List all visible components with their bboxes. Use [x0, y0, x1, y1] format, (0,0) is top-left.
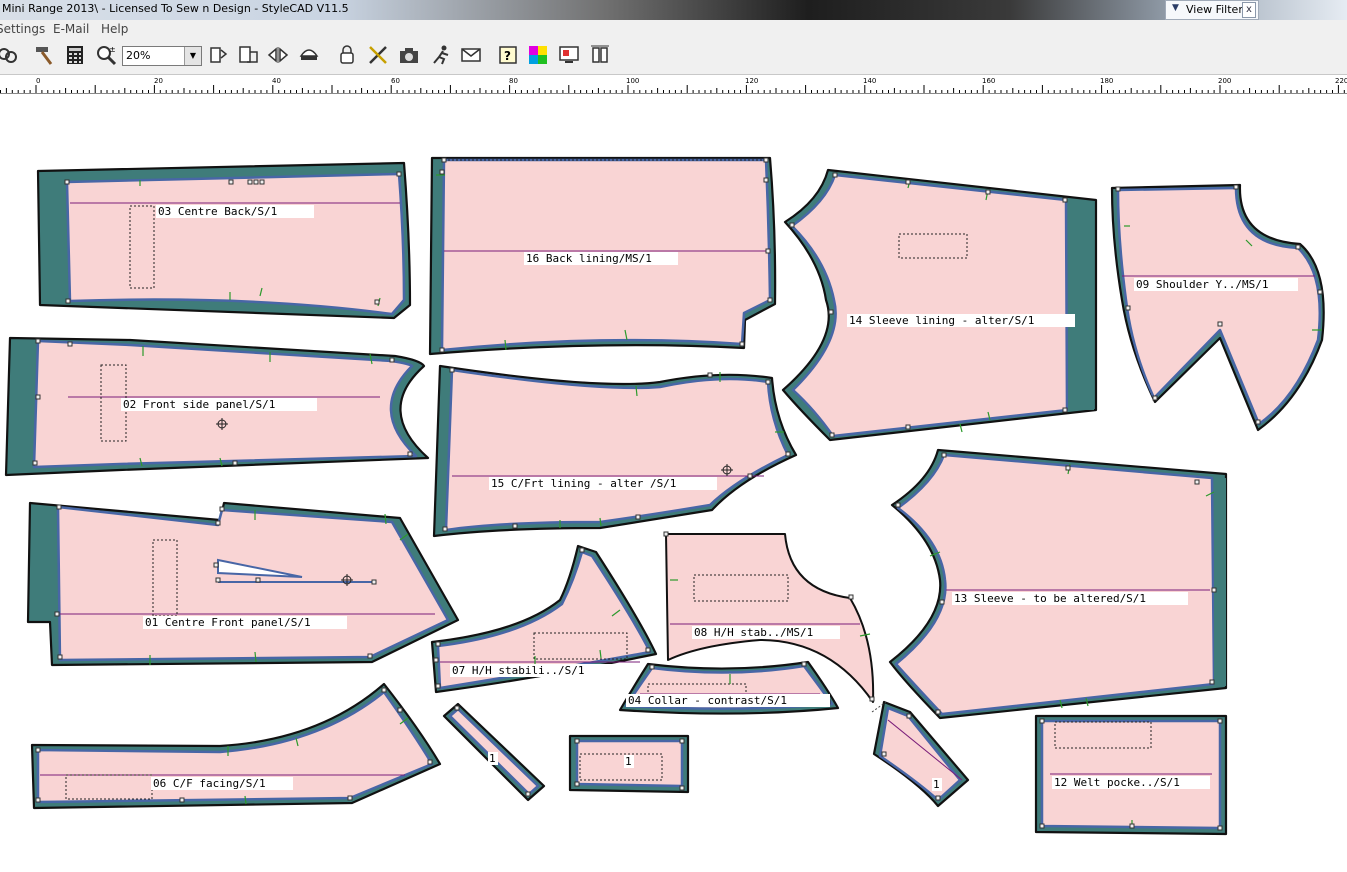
pattern-piece-14[interactable]: 14 Sleeve lining - alter/S/1: [781, 168, 1098, 442]
ruler-scale: 0 20 40 60 80 100 120 140 160 180 200 22…: [0, 77, 1347, 93]
horizontal-ruler: 0 20 40 60 80 100 120 140 160 180 200 22…: [0, 75, 1347, 94]
toolbar: ± 20% ▼ ?: [0, 38, 1347, 75]
pattern-piece-07[interactable]: 07 H/H stabili../S/1: [430, 544, 658, 694]
pattern-piece-13[interactable]: 13 Sleeve - to be altered/S/1: [888, 448, 1228, 720]
pattern-piece-06[interactable]: 06 C/F facing/S/1: [30, 682, 442, 810]
pattern-piece-small-rect[interactable]: 1: [568, 734, 690, 794]
piece-label: 12 Welt pocke../S/1: [1054, 776, 1180, 789]
piece-label: 07 H/H stabili../S/1: [452, 664, 584, 677]
mail-icon[interactable]: [460, 44, 482, 66]
chevron-down-icon[interactable]: ▼: [184, 47, 201, 65]
ruler-tick: 120: [745, 77, 758, 85]
piece-label: 15 C/Frt lining - alter /S/1: [491, 477, 676, 490]
ruler-tick: 20: [154, 77, 163, 85]
ruler-tick: 100: [626, 77, 639, 85]
pattern-piece-strip-a[interactable]: 1: [442, 702, 546, 802]
help-icon[interactable]: ?: [497, 44, 519, 66]
monitor-icon[interactable]: [558, 44, 580, 66]
zoom-select[interactable]: 20% ▼: [122, 46, 202, 66]
menu-settings[interactable]: Settings: [0, 22, 45, 36]
pattern-piece-02[interactable]: 02 Front side panel/S/1: [4, 336, 430, 477]
pattern-piece-12[interactable]: 12 Welt pocke../S/1: [1034, 714, 1228, 836]
cap-icon[interactable]: [298, 44, 320, 66]
pattern-canvas[interactable]: .outer { fill:#3f7c7a; stroke:#111; stro…: [0, 94, 1347, 872]
ruler-tick: 80: [509, 77, 518, 85]
view-filter-button[interactable]: ▼ View Filter x: [1165, 0, 1259, 20]
tools-icon[interactable]: [367, 44, 389, 66]
piece-label: 03 Centre Back/S/1: [158, 205, 277, 218]
pattern-piece-04[interactable]: 04 Collar - contrast/S/1: [618, 660, 840, 715]
piece-label: 09 Shoulder Y../MS/1: [1136, 278, 1268, 291]
menu-bar: Settings E-Mail Help: [0, 20, 1347, 38]
view-filter-label: View Filter: [1186, 3, 1243, 16]
rotate-icon[interactable]: [207, 44, 229, 66]
pattern-piece-03[interactable]: 03 Centre Back/S/1: [36, 161, 412, 320]
hammer-icon[interactable]: [33, 44, 55, 66]
flip-icon[interactable]: [237, 44, 259, 66]
pattern-piece-09[interactable]: 09 Shoulder Y../MS/1: [1110, 183, 1325, 432]
ruler-tick: 140: [863, 77, 876, 85]
piece-label: 1: [933, 778, 940, 791]
ruler-tick: 160: [982, 77, 995, 85]
palette-icon[interactable]: [527, 44, 549, 66]
ruler-tick: 200: [1218, 77, 1231, 85]
piece-label: 16 Back lining/MS/1: [526, 252, 652, 265]
pattern-piece-15[interactable]: 15 C/Frt lining - alter /S/1: [432, 364, 798, 538]
svg-text:±: ±: [109, 45, 116, 54]
ruler-tick: 180: [1100, 77, 1113, 85]
piece-label: 14 Sleeve lining - alter/S/1: [849, 314, 1034, 327]
ruler-tick: 60: [391, 77, 400, 85]
ruler-tick: 40: [272, 77, 281, 85]
piece-label: 04 Collar - contrast/S/1: [628, 694, 787, 707]
piece-label: 08 H/H stab../MS/1: [694, 626, 813, 639]
chevron-down-icon: ▼: [1172, 3, 1179, 13]
camera-icon[interactable]: [398, 44, 420, 66]
svg-text:?: ?: [504, 49, 511, 63]
pattern-piece-01[interactable]: 01 Centre Front panel/S/1: [26, 501, 460, 667]
link-tool-icon[interactable]: [0, 44, 18, 66]
piece-label: 06 C/F facing/S/1: [153, 777, 266, 790]
piece-label: 02 Front side panel/S/1: [123, 398, 275, 411]
ruler-tick: 220: [1335, 77, 1347, 85]
menu-email[interactable]: E-Mail: [53, 22, 89, 36]
pattern-piece-16[interactable]: 16 Back lining/MS/1: [428, 156, 777, 356]
menu-help[interactable]: Help: [101, 22, 128, 36]
mirror-icon[interactable]: [267, 44, 289, 66]
calculator-icon[interactable]: [64, 44, 86, 66]
zoom-value: 20%: [126, 49, 151, 62]
piece-label: 1: [489, 752, 496, 765]
dimension-icon[interactable]: [589, 44, 611, 66]
title-bar: Mini Range 2013\ - Licensed To Sew n Des…: [0, 0, 1347, 20]
window-title: Mini Range 2013\ - Licensed To Sew n Des…: [2, 2, 349, 15]
ruler-tick: 0: [36, 77, 40, 85]
lock-icon[interactable]: [336, 44, 358, 66]
piece-label: 01 Centre Front panel/S/1: [145, 616, 311, 629]
close-icon[interactable]: x: [1242, 2, 1256, 18]
piece-label: 13 Sleeve - to be altered/S/1: [954, 592, 1146, 605]
runner-icon[interactable]: [430, 44, 452, 66]
piece-label: 1: [625, 755, 632, 768]
zoom-icon[interactable]: ±: [95, 44, 117, 66]
